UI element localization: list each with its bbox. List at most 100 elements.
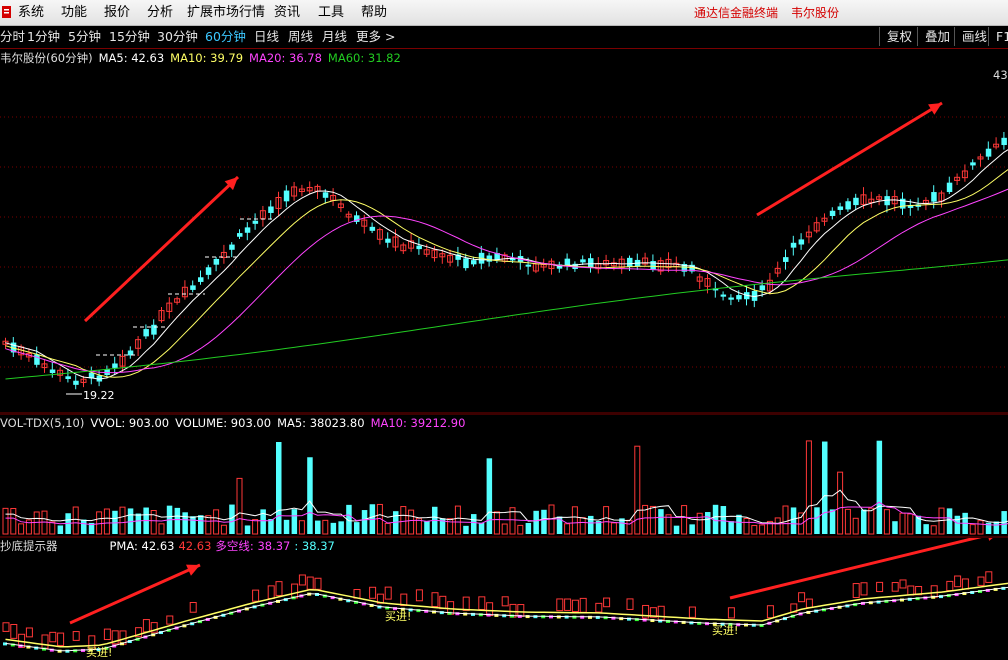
candle-down: [650, 261, 656, 270]
volume-chart[interactable]: [0, 414, 1008, 538]
indicator-bar-red: [298, 574, 306, 586]
volume-bar-up: [649, 505, 656, 535]
volume-bar-down: [471, 514, 477, 534]
window-menu-icon[interactable]: [2, 6, 11, 18]
buy-signal-label: 买进!: [385, 610, 411, 623]
indicator-arrow-up-1: [69, 563, 201, 625]
menu-item-news[interactable]: 资讯: [274, 6, 300, 20]
volume-bar-down: [486, 458, 493, 534]
period-tab-30min[interactable]: 30分钟: [157, 29, 198, 44]
volume-bar-up: [610, 522, 617, 535]
candle-down: [736, 295, 742, 300]
candle-down: [198, 277, 204, 282]
candle-down: [525, 264, 532, 267]
volume-bar-up: [899, 512, 906, 535]
volume-bar-down: [338, 521, 344, 534]
volume-bar-up: [298, 520, 305, 535]
candle-down: [73, 380, 79, 385]
indicator-bar-red: [431, 592, 439, 608]
candle-down: [471, 260, 477, 265]
trend-arrow-up-1: [83, 175, 240, 323]
volume-bar-up: [930, 525, 937, 535]
volume-bar-down: [174, 507, 181, 534]
indicator-bar-red: [961, 578, 969, 590]
volume-bar-down: [861, 509, 867, 534]
indicator-bar-red: [954, 575, 962, 588]
period-tab-5min[interactable]: 5分钟: [68, 29, 101, 44]
volume-bar-up: [400, 506, 407, 535]
volume-bar-up: [852, 517, 859, 535]
candle-down: [268, 206, 274, 213]
volume-bar-up: [10, 507, 17, 535]
indicator-bar-red: [595, 602, 603, 613]
indicator-bar-red: [907, 585, 915, 596]
candle-down: [143, 329, 149, 337]
volume-bar-down: [993, 521, 1000, 534]
indicator-bar-red: [2, 622, 10, 632]
menu-item-quote[interactable]: 报价: [104, 6, 130, 20]
period-tab-timeshare[interactable]: 分时: [0, 29, 25, 44]
indicator-bar-red: [252, 589, 260, 602]
restore-rights-button[interactable]: 复权: [879, 27, 917, 46]
indicator-bar-red: [369, 586, 377, 599]
indicator-bar-red: [291, 583, 299, 599]
period-tab-60min[interactable]: 60分钟: [205, 29, 246, 44]
volume-bar-down: [198, 515, 204, 534]
indicator-bar-red: [860, 582, 868, 596]
period-tab-15min[interactable]: 15分钟: [109, 29, 150, 44]
indicator-chart[interactable]: 买进! 买进! 买进!: [0, 538, 1008, 660]
indicator-bar-red: [556, 598, 564, 612]
overlay-button[interactable]: 叠加: [917, 27, 954, 46]
period-tab-daily[interactable]: 日线: [254, 29, 279, 44]
indicator-bar-red: [805, 598, 813, 608]
volume-bar-down: [673, 525, 680, 534]
candle-down: [463, 258, 469, 269]
buy-signal-label: 买进!: [712, 624, 738, 637]
volume-bar-up: [774, 517, 781, 535]
indicator-bar-red: [166, 615, 174, 625]
candle-down: [237, 233, 243, 237]
candle-down: [720, 294, 727, 297]
volume-bar-down: [478, 522, 485, 534]
candle-down: [759, 285, 766, 291]
candle-down: [244, 227, 251, 233]
volume-bar-up: [571, 506, 578, 535]
ma5-line: [5, 149, 1008, 380]
volume-bar-up: [579, 517, 586, 535]
menu-item-extended-market[interactable]: 扩展市场行情: [187, 6, 265, 20]
candle-down: [985, 148, 992, 157]
menu-item-tools[interactable]: 工具: [318, 6, 344, 20]
volume-bar-down: [720, 506, 727, 534]
indicator-bar-red: [25, 627, 33, 638]
volume-bar-up: [384, 522, 391, 535]
candle-down: [790, 242, 797, 248]
candle-down: [151, 324, 157, 335]
draw-line-button[interactable]: 画线: [954, 27, 988, 46]
candle-down: [580, 259, 586, 263]
volume-bar-down: [424, 521, 430, 534]
period-tab-more[interactable]: 更多 >: [356, 29, 395, 44]
period-tab-weekly[interactable]: 周线: [288, 29, 313, 44]
menu-item-help[interactable]: 帮助: [361, 6, 387, 20]
candlestick-chart[interactable]: 19.22: [0, 49, 1008, 414]
candle-down: [252, 220, 259, 224]
menu-item-system[interactable]: 系统: [18, 6, 44, 20]
candle-down: [369, 226, 376, 231]
volume-bar-up: [517, 524, 524, 535]
period-tab-monthly[interactable]: 月线: [322, 29, 347, 44]
volume-bar-down: [283, 519, 290, 534]
f1-button[interactable]: F1: [988, 27, 1008, 46]
indicator-bar-red: [930, 585, 938, 598]
menu-item-analysis[interactable]: 分析: [147, 6, 173, 20]
candle-down: [853, 197, 859, 206]
menu-item-function[interactable]: 功能: [61, 6, 87, 20]
volume-bar-up: [837, 471, 844, 535]
period-tab-1min[interactable]: 1分钟: [27, 29, 60, 44]
volume-bar-down: [135, 513, 142, 534]
volume-bar-down: [463, 525, 469, 534]
indicator-bar-red: [626, 598, 634, 610]
volume-bar-up: [454, 505, 461, 535]
volume-bar-up: [150, 510, 157, 535]
volume-bar-down: [728, 521, 734, 534]
candle-down: [845, 201, 851, 210]
